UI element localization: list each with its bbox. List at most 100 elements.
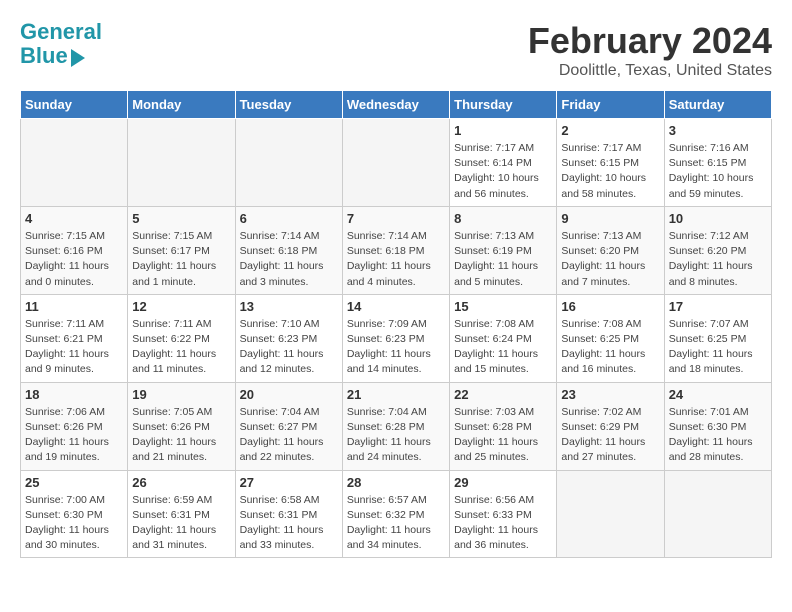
calendar-cell: 16 Sunrise: 7:08 AMSunset: 6:25 PMDayligh…: [557, 294, 664, 382]
calendar-cell: [557, 470, 664, 558]
day-number: 11: [25, 299, 123, 314]
month-year-title: February 2024: [528, 20, 772, 62]
day-info: Sunrise: 7:04 AMSunset: 6:27 PMDaylight:…: [240, 405, 338, 466]
calendar-cell: 5 Sunrise: 7:15 AMSunset: 6:17 PMDaylight…: [128, 206, 235, 294]
day-of-week-header: Friday: [557, 91, 664, 119]
calendar-cell: 12Sunrise: 7:11 AMSunset: 6:22 PMDayligh…: [128, 294, 235, 382]
day-number: 14: [347, 299, 445, 314]
calendar-cell: [235, 119, 342, 207]
calendar-week-row: 11 Sunrise: 7:11 AMSunset: 6:21 PMDayligh…: [21, 294, 772, 382]
day-info: Sunrise: 7:09 AMSunset: 6:23 PMDaylight:…: [347, 317, 445, 378]
day-info: Sunrise: 7:01 AMSunset: 6:30 PMDaylight:…: [669, 405, 767, 466]
day-info: Sunrise: 7:08 AMSunset: 6:25 PMDaylight:…: [561, 317, 659, 378]
day-info: Sunrise: 7:13 AMSunset: 6:20 PMDaylight:…: [561, 229, 659, 290]
day-number: 13: [240, 299, 338, 314]
day-info: Sunrise: 7:15 AMSunset: 6:17 PMDaylight:…: [132, 229, 230, 290]
calendar-cell: 29Sunrise: 6:56 AMSunset: 6:33 PMDayligh…: [450, 470, 557, 558]
calendar-week-row: 25 Sunrise: 7:00 AMSunset: 6:30 PMDayligh…: [21, 470, 772, 558]
calendar-cell: 22Sunrise: 7:03 AMSunset: 6:28 PMDayligh…: [450, 382, 557, 470]
calendar-cell: 20 Sunrise: 7:04 AMSunset: 6:27 PMDayligh…: [235, 382, 342, 470]
day-info: Sunrise: 7:12 AMSunset: 6:20 PMDaylight:…: [669, 229, 767, 290]
calendar-cell: 28Sunrise: 6:57 AMSunset: 6:32 PMDayligh…: [342, 470, 449, 558]
calendar-cell: [128, 119, 235, 207]
day-info: Sunrise: 7:04 AMSunset: 6:28 PMDaylight:…: [347, 405, 445, 466]
calendar-week-row: 1 Sunrise: 7:17 AMSunset: 6:14 PMDaylight…: [21, 119, 772, 207]
calendar-cell: 3 Sunrise: 7:16 AMSunset: 6:15 PMDaylight…: [664, 119, 771, 207]
day-info: Sunrise: 7:00 AMSunset: 6:30 PMDaylight:…: [25, 493, 123, 554]
calendar-cell: 1 Sunrise: 7:17 AMSunset: 6:14 PMDaylight…: [450, 119, 557, 207]
calendar-cell: 27 Sunrise: 6:58 AMSunset: 6:31 PMDayligh…: [235, 470, 342, 558]
day-number: 24: [669, 387, 767, 402]
calendar-cell: 18Sunrise: 7:06 AMSunset: 6:26 PMDayligh…: [21, 382, 128, 470]
day-info: Sunrise: 7:07 AMSunset: 6:25 PMDaylight:…: [669, 317, 767, 378]
day-info: Sunrise: 7:06 AMSunset: 6:26 PMDaylight:…: [25, 405, 123, 466]
day-number: 17: [669, 299, 767, 314]
calendar-cell: 10 Sunrise: 7:12 AMSunset: 6:20 PMDayligh…: [664, 206, 771, 294]
day-info: Sunrise: 7:02 AMSunset: 6:29 PMDaylight:…: [561, 405, 659, 466]
day-number: 26: [132, 475, 230, 490]
day-number: 29: [454, 475, 552, 490]
calendar-cell: 6 Sunrise: 7:14 AMSunset: 6:18 PMDaylight…: [235, 206, 342, 294]
calendar-cell: 23 Sunrise: 7:02 AMSunset: 6:29 PMDayligh…: [557, 382, 664, 470]
day-info: Sunrise: 6:58 AMSunset: 6:31 PMDaylight:…: [240, 493, 338, 554]
day-number: 10: [669, 211, 767, 226]
day-info: Sunrise: 7:14 AMSunset: 6:18 PMDaylight:…: [347, 229, 445, 290]
calendar-cell: 8 Sunrise: 7:13 AMSunset: 6:19 PMDaylight…: [450, 206, 557, 294]
calendar-cell: [21, 119, 128, 207]
day-info: Sunrise: 7:16 AMSunset: 6:15 PMDaylight:…: [669, 141, 767, 202]
calendar-cell: 13 Sunrise: 7:10 AMSunset: 6:23 PMDayligh…: [235, 294, 342, 382]
day-number: 3: [669, 123, 767, 138]
day-info: Sunrise: 7:13 AMSunset: 6:19 PMDaylight:…: [454, 229, 552, 290]
day-info: Sunrise: 7:17 AMSunset: 6:15 PMDaylight:…: [561, 141, 659, 202]
calendar-cell: [664, 470, 771, 558]
calendar-cell: 15 Sunrise: 7:08 AMSunset: 6:24 PMDayligh…: [450, 294, 557, 382]
day-number: 25: [25, 475, 123, 490]
day-number: 2: [561, 123, 659, 138]
logo-arrow-icon: [71, 49, 85, 67]
day-number: 27: [240, 475, 338, 490]
day-number: 8: [454, 211, 552, 226]
calendar-header-row: SundayMondayTuesdayWednesdayThursdayFrid…: [21, 91, 772, 119]
day-number: 4: [25, 211, 123, 226]
day-info: Sunrise: 7:10 AMSunset: 6:23 PMDaylight:…: [240, 317, 338, 378]
calendar-cell: 7Sunrise: 7:14 AMSunset: 6:18 PMDaylight…: [342, 206, 449, 294]
day-number: 19: [132, 387, 230, 402]
location-subtitle: Doolittle, Texas, United States: [528, 62, 772, 80]
day-number: 21: [347, 387, 445, 402]
day-of-week-header: Tuesday: [235, 91, 342, 119]
day-number: 1: [454, 123, 552, 138]
calendar-cell: 21 Sunrise: 7:04 AMSunset: 6:28 PMDayligh…: [342, 382, 449, 470]
calendar-cell: 19 Sunrise: 7:05 AMSunset: 6:26 PMDayligh…: [128, 382, 235, 470]
page-header: General Blue February 2024 Doolittle, Te…: [20, 20, 772, 80]
calendar-cell: 25 Sunrise: 7:00 AMSunset: 6:30 PMDayligh…: [21, 470, 128, 558]
day-info: Sunrise: 6:57 AMSunset: 6:32 PMDaylight:…: [347, 493, 445, 554]
calendar-cell: [342, 119, 449, 207]
day-of-week-header: Sunday: [21, 91, 128, 119]
day-number: 23: [561, 387, 659, 402]
day-number: 5: [132, 211, 230, 226]
calendar-cell: 11 Sunrise: 7:11 AMSunset: 6:21 PMDayligh…: [21, 294, 128, 382]
day-info: Sunrise: 7:15 AMSunset: 6:16 PMDaylight:…: [25, 229, 123, 290]
day-number: 16: [561, 299, 659, 314]
calendar-cell: 24 Sunrise: 7:01 AMSunset: 6:30 PMDayligh…: [664, 382, 771, 470]
day-info: Sunrise: 7:14 AMSunset: 6:18 PMDaylight:…: [240, 229, 338, 290]
day-info: Sunrise: 7:11 AMSunset: 6:22 PMDaylight:…: [132, 317, 230, 378]
logo-general: General: [20, 19, 102, 44]
day-number: 15: [454, 299, 552, 314]
day-info: Sunrise: 7:08 AMSunset: 6:24 PMDaylight:…: [454, 317, 552, 378]
calendar-cell: 17 Sunrise: 7:07 AMSunset: 6:25 PMDayligh…: [664, 294, 771, 382]
day-number: 22: [454, 387, 552, 402]
calendar-week-row: 4 Sunrise: 7:15 AMSunset: 6:16 PMDaylight…: [21, 206, 772, 294]
day-info: Sunrise: 6:59 AMSunset: 6:31 PMDaylight:…: [132, 493, 230, 554]
day-of-week-header: Saturday: [664, 91, 771, 119]
calendar-cell: 4 Sunrise: 7:15 AMSunset: 6:16 PMDaylight…: [21, 206, 128, 294]
day-of-week-header: Monday: [128, 91, 235, 119]
day-number: 6: [240, 211, 338, 226]
day-info: Sunrise: 7:17 AMSunset: 6:14 PMDaylight:…: [454, 141, 552, 202]
day-info: Sunrise: 7:11 AMSunset: 6:21 PMDaylight:…: [25, 317, 123, 378]
calendar-cell: 9Sunrise: 7:13 AMSunset: 6:20 PMDaylight…: [557, 206, 664, 294]
day-info: Sunrise: 7:05 AMSunset: 6:26 PMDaylight:…: [132, 405, 230, 466]
day-number: 20: [240, 387, 338, 402]
calendar-table: SundayMondayTuesdayWednesdayThursdayFrid…: [20, 90, 772, 558]
logo: General Blue: [20, 20, 102, 68]
